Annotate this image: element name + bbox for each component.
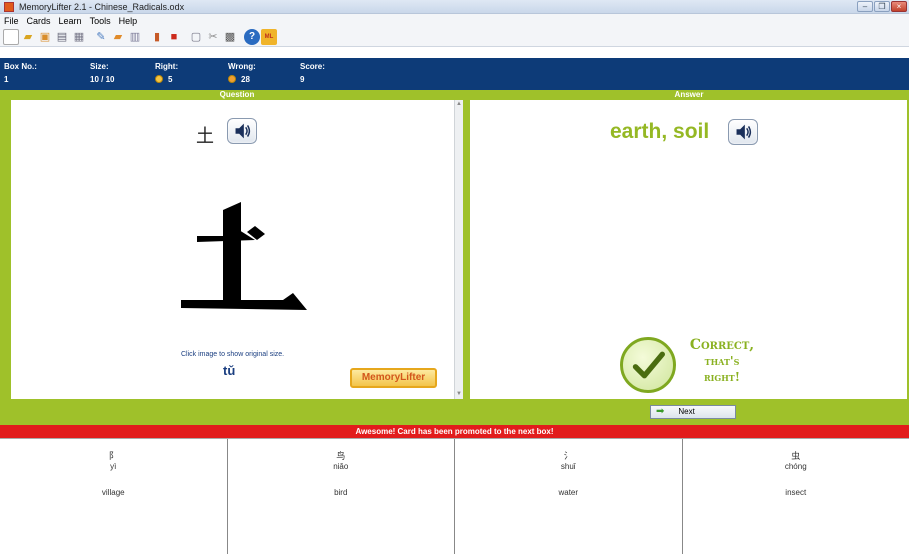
title-bar: MemoryLifter 2.1 - Chinese_Radicals.odx …	[0, 0, 909, 14]
menu-tools[interactable]: Tools	[90, 16, 111, 26]
book-icon[interactable]: ▮	[149, 29, 165, 45]
answer-speaker-button[interactable]	[728, 119, 758, 145]
question-image[interactable]	[161, 188, 311, 338]
stats-bar: Box No.: 1 Size: 10 / 10 Right: 5 Wrong:…	[0, 58, 909, 90]
smiley-icon	[155, 75, 163, 83]
next-arrow-icon: ➡	[656, 406, 665, 417]
folder-icon[interactable]: ▰	[110, 29, 126, 45]
box-value: 1	[4, 75, 9, 84]
right-label: Right:	[155, 62, 179, 71]
question-speaker-button[interactable]	[227, 118, 257, 144]
card-meaning: water	[558, 488, 579, 497]
help-icon[interactable]: ?	[244, 28, 260, 45]
print-preview-icon[interactable]: ▦	[71, 29, 87, 45]
correct-message: Correct, that's right!	[689, 337, 755, 384]
card-preview[interactable]: 氵 shuǐ water	[455, 439, 683, 554]
window-title: MemoryLifter 2.1 - Chinese_Radicals.odx	[19, 1, 185, 12]
card-preview[interactable]: 鸟 niǎo bird	[228, 439, 455, 554]
card-hanzi: 虫	[791, 451, 801, 461]
speaker-icon	[235, 123, 251, 139]
card-pinyin: yì	[110, 462, 117, 471]
wrong-value: 28	[241, 75, 250, 84]
card-hanzi: 鸟	[336, 451, 346, 461]
speaker-icon	[736, 124, 752, 140]
menu-bar: File Cards Learn Tools Help	[0, 14, 909, 27]
menu-help[interactable]: Help	[119, 16, 138, 26]
menu-cards[interactable]: Cards	[27, 16, 51, 26]
next-button[interactable]: ➡ Next	[650, 405, 736, 419]
stop-icon[interactable]: ■	[166, 29, 182, 45]
card-meaning: bird	[334, 488, 348, 497]
frame-divider	[463, 90, 470, 403]
right-value: 5	[168, 75, 173, 84]
frame-left	[0, 90, 11, 403]
promotion-message: Awesome! Card has been promoted to the n…	[0, 425, 909, 438]
box-label: Box No.:	[4, 62, 37, 71]
card-pinyin: shuǐ	[560, 462, 576, 471]
card-preview-list: 阝 yì village 鸟 niǎo bird 氵 shuǐ water 虫 …	[0, 438, 909, 554]
question-panel: 土 Click image to show original size. tǔ …	[11, 100, 454, 399]
navigation-bar: ➡ Next	[0, 399, 909, 425]
wrong-label: Wrong:	[228, 62, 256, 71]
app-icon	[4, 1, 14, 12]
answer-text: earth, soil	[610, 120, 710, 143]
save-icon[interactable]: ▣	[37, 29, 53, 45]
checkmark-icon	[620, 337, 676, 393]
score-value: 9	[300, 75, 305, 84]
minimize-button[interactable]: –	[857, 1, 873, 12]
question-header: Question	[11, 90, 463, 100]
frown-icon	[228, 75, 236, 83]
close-button[interactable]: ×	[891, 1, 907, 12]
edit-icon[interactable]: ✎	[93, 29, 109, 45]
score-label: Score:	[300, 62, 325, 71]
memorylifter-logo: MemoryLifter	[350, 368, 437, 388]
ml-icon[interactable]: ML	[261, 28, 277, 45]
screen-icon[interactable]: ▩	[222, 29, 238, 45]
card-preview[interactable]: 虫 chóng insect	[683, 439, 909, 554]
size-value: 10 / 10	[90, 75, 115, 84]
question-pinyin: tǔ	[223, 363, 236, 378]
question-scrollbar[interactable]: ▲ ▼	[454, 100, 463, 399]
maximize-button[interactable]: ❐	[874, 1, 890, 12]
next-label: Next	[678, 407, 695, 416]
question-hint: Click image to show original size.	[181, 351, 285, 358]
tools-icon[interactable]: ✂	[205, 29, 221, 45]
size-label: Size:	[90, 62, 109, 71]
open-folder-icon[interactable]: ▰	[20, 29, 36, 45]
card-hanzi: 氵	[563, 451, 573, 461]
new-document-icon[interactable]	[3, 28, 19, 45]
card-preview[interactable]: 阝 yì village	[0, 439, 228, 554]
menu-learn[interactable]: Learn	[59, 16, 82, 26]
card-icon[interactable]: ▥	[127, 29, 143, 45]
card-hanzi: 阝	[108, 451, 118, 461]
print-icon[interactable]: ▤	[54, 29, 70, 45]
menu-file[interactable]: File	[4, 16, 19, 26]
answer-header: Answer	[470, 90, 908, 100]
card-meaning: insect	[785, 488, 807, 497]
card-pinyin: chóng	[784, 462, 807, 471]
toolbar: ▰ ▣ ▤ ▦ ✎ ▰ ▥ ▮ ■ ▢ ✂ ▩ ? ML	[0, 27, 909, 47]
answer-panel: earth, soil Correct, that's right!	[470, 100, 907, 399]
window-icon[interactable]: ▢	[188, 29, 204, 45]
question-radical-small: 土	[196, 126, 214, 147]
card-pinyin: niǎo	[333, 462, 349, 471]
card-meaning: village	[101, 488, 125, 497]
